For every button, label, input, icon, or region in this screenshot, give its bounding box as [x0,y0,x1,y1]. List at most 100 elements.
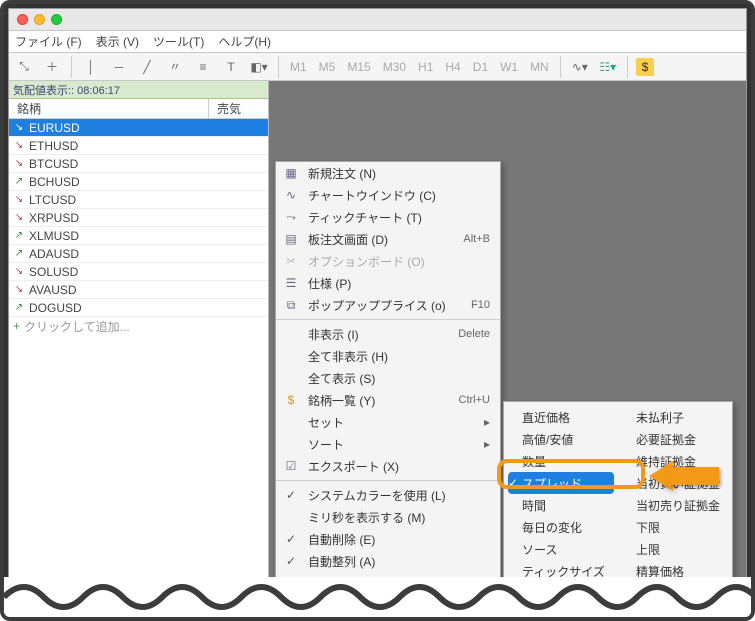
panel-title: 気配値表示:: 08:06:17 [13,82,120,98]
ctx-show-ms[interactable]: ミリ秒を表示する (M) [276,506,500,528]
symbol-row-ethusd[interactable]: ↘ETHUSD [9,137,268,155]
tf-mn[interactable]: MN [527,60,552,74]
ctx-option-board[interactable]: ✂ オプションボード (O) [276,250,500,272]
symbol-name: ADAUSD [29,247,79,261]
symbol-row-xrpusd[interactable]: ↘XRPUSD [9,209,268,227]
dollar-button[interactable]: $ [636,58,655,76]
menu-help[interactable]: ヘルプ(H) [218,33,271,50]
torn-edge [4,577,751,617]
ctx-symbol-list-accel: Ctrl+U [459,394,490,406]
sub-daily-change-label: 毎日の変化 [522,519,582,536]
arrow-up-icon: ↗ [13,176,25,187]
arrow-down-icon: ↘ [13,122,25,133]
symbol-row-eurusd[interactable]: ↘EURUSD [9,119,268,137]
sub-lower-limit[interactable]: 下限 [618,516,732,538]
sub-time[interactable]: 時間 [504,494,618,516]
sub-init-sell-margin[interactable]: 当初売り証拠金 [618,494,732,516]
ctx-export[interactable]: ☑ エクスポート (X) [276,455,500,477]
ctx-tick-chart[interactable]: ⤳ ティックチャート (T) [276,206,500,228]
ctx-auto-delete[interactable]: ✓ 自動削除 (E) [276,528,500,550]
symbol-list: ↘EURUSD↘ETHUSD↘BTCUSD↗BCHUSD↘LTCUSD↘XRPU… [9,119,268,612]
ctx-popup-label: ポップアッププライス (o) [308,297,463,314]
ctx-set-label: セット [308,414,476,431]
ctx-use-system-color[interactable]: ✓ システムカラーを使用 (L) [276,484,500,506]
col-symbol[interactable]: 銘柄 [9,99,209,118]
ctx-spec[interactable]: ☰ 仕様 (P) [276,272,500,294]
menu-file[interactable]: ファイル (F) [15,33,82,50]
sub-init-sell-label: 当初売り証拠金 [636,497,720,514]
fibo-icon[interactable]: ≡ [192,56,214,78]
cursor-icon[interactable]: ⤡ [13,56,35,78]
ctx-chart-window[interactable]: ∿ チャートウインドウ (C) [276,184,500,206]
ctx-autodelete-label: 自動削除 (E) [308,531,490,548]
symbol-row-btcusd[interactable]: ↘BTCUSD [9,155,268,173]
channel-icon[interactable]: 〃 [164,56,186,78]
menu-view[interactable]: 表示 (V) [96,33,139,50]
ctx-new-order-label: 新規注文 (N) [308,165,490,182]
menubar: ファイル (F) 表示 (V) ツール(T) ヘルプ(H) [9,31,746,53]
ctx-hide[interactable]: 非表示 (I) Delete [276,323,500,345]
sub-last-price[interactable]: 直近価格 [504,406,618,428]
tf-m15[interactable]: M15 [344,60,373,74]
sub-required-margin[interactable]: 必要証拠金 [618,428,732,450]
trendline-icon[interactable]: ╱ [136,56,158,78]
symbol-row-bchusd[interactable]: ↗BCHUSD [9,173,268,191]
sub-spread[interactable]: ✓スプレッド [508,472,614,494]
tf-m5[interactable]: M5 [316,60,339,74]
sub-daily-change[interactable]: 毎日の変化 [504,516,618,538]
plus-icon: + [13,319,20,333]
col-bid[interactable]: 売気 [209,99,268,118]
ctx-depth[interactable]: ▤ 板注文画面 (D) Alt+B [276,228,500,250]
vline-icon[interactable]: │ [80,56,102,78]
ctx-popup-price[interactable]: ⧉ ポップアッププライス (o) F10 [276,294,500,316]
sub-source[interactable]: ソース [504,538,618,560]
zoom-icon[interactable] [51,14,62,25]
tf-h1[interactable]: H1 [415,60,436,74]
objects-icon[interactable]: ◧▾ [248,56,270,78]
symbol-row-avausd[interactable]: ↘AVAUSD [9,281,268,299]
ctx-set[interactable]: セット ▸ [276,411,500,433]
indicator-icon[interactable]: ☷▾ [597,56,619,78]
check-icon: ✓ [282,554,300,568]
arrow-down-icon: ↘ [13,140,25,151]
context-menu: ▦ 新規注文 (N) ∿ チャートウインドウ (C) ⤳ ティックチャート (T… [275,161,501,612]
linechart-icon[interactable]: ∿▾ [569,56,591,78]
sub-volume[interactable]: 数量 [504,450,618,472]
tf-h4[interactable]: H4 [442,60,463,74]
sub-high-low[interactable]: 高値/安値 [504,428,618,450]
close-icon[interactable] [17,14,28,25]
symbol-row-adausd[interactable]: ↗ADAUSD [9,245,268,263]
minimize-icon[interactable] [34,14,45,25]
tf-m30[interactable]: M30 [380,60,409,74]
crosshair-icon[interactable]: ＋ [41,56,63,78]
arrow-down-icon: ↘ [13,194,25,205]
tf-w1[interactable]: W1 [497,60,521,74]
ctx-tick-chart-label: ティックチャート (T) [308,209,490,226]
symbol-row-xlmusd[interactable]: ↗XLMUSD [9,227,268,245]
arrow-down-icon: ↘ [13,284,25,295]
symbol-name: XRPUSD [29,211,79,225]
add-symbol-row[interactable]: + クリックして追加... [9,317,268,335]
symbol-name: SOLUSD [29,265,78,279]
column-header: 銘柄 売気 [9,99,268,119]
ctx-new-order[interactable]: ▦ 新規注文 (N) [276,162,500,184]
ctx-show-all[interactable]: 全て表示 (S) [276,367,500,389]
text-icon[interactable]: T [220,56,242,78]
hline-icon[interactable]: ─ [108,56,130,78]
symbol-row-dogusd[interactable]: ↗DOGUSD [9,299,268,317]
symbol-name: BTCUSD [29,157,78,171]
ctx-auto-arrange[interactable]: ✓ 自動整列 (A) [276,550,500,572]
depth-icon: ▤ [282,232,300,246]
add-symbol-label: クリックして追加... [24,318,130,335]
ctx-hide-all[interactable]: 全て非表示 (H) [276,345,500,367]
ctx-symbol-list[interactable]: $ 銘柄一覧 (Y) Ctrl+U [276,389,500,411]
menu-tools[interactable]: ツール(T) [153,33,204,50]
symbol-row-solusd[interactable]: ↘SOLUSD [9,263,268,281]
tf-m1[interactable]: M1 [287,60,310,74]
sub-accrued-interest[interactable]: 未払利子 [618,406,732,428]
tf-d1[interactable]: D1 [470,60,491,74]
symbol-row-ltcusd[interactable]: ↘LTCUSD [9,191,268,209]
ctx-sort[interactable]: ソート ▸ [276,433,500,455]
toolbar: ⤡ ＋ │ ─ ╱ 〃 ≡ T ◧▾ M1 M5 M15 M30 H1 H4 D… [9,53,746,81]
sub-upper-limit[interactable]: 上限 [618,538,732,560]
